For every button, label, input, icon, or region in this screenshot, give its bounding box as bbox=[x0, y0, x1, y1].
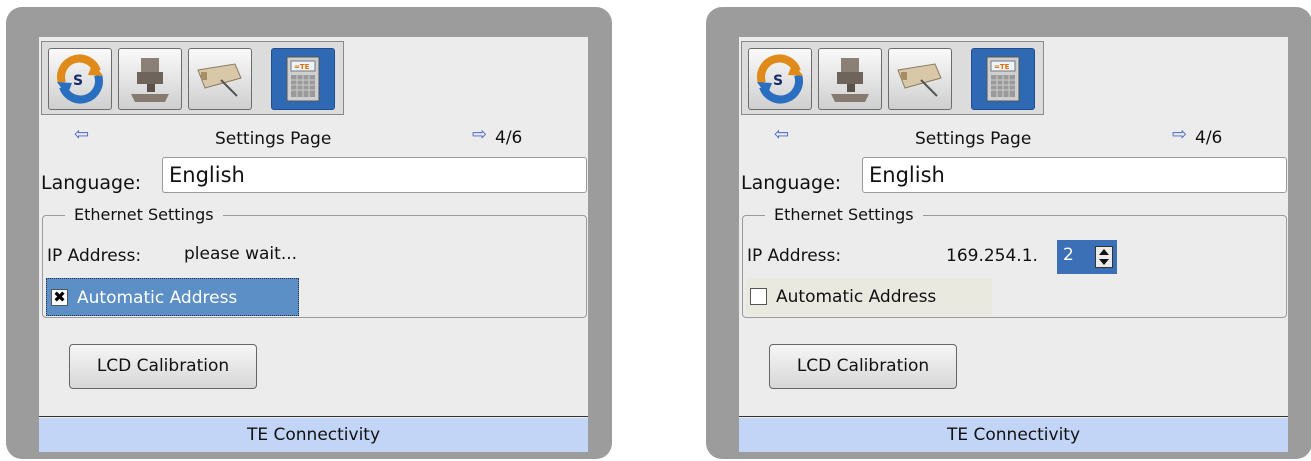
page-number: 4/6 bbox=[495, 128, 523, 148]
machine-icon bbox=[831, 58, 869, 102]
svg-text:S: S bbox=[773, 73, 783, 89]
applicator-icon bbox=[197, 63, 242, 97]
ip-address-label: IP Address: bbox=[747, 246, 842, 266]
arrow-right-icon[interactable]: ⇨ bbox=[1172, 125, 1187, 145]
ip-address-label: IP Address: bbox=[47, 246, 142, 266]
page-number: 4/6 bbox=[1195, 128, 1223, 148]
page-title: Settings Page bbox=[215, 129, 332, 149]
page-title: Settings Page bbox=[915, 129, 1032, 149]
te-device-button[interactable]: =TE bbox=[971, 48, 1035, 110]
footer-bar: TE Connectivity bbox=[739, 418, 1288, 452]
te-device-button[interactable]: =TE bbox=[271, 48, 335, 110]
automatic-address-label: Automatic Address bbox=[77, 288, 238, 308]
refresh-icon: S bbox=[757, 54, 803, 104]
machine-button[interactable] bbox=[118, 48, 182, 110]
arrow-left-icon[interactable]: ⇦ bbox=[74, 125, 89, 145]
ip-address-status: please wait... bbox=[184, 244, 298, 264]
toolbar: S =TE bbox=[41, 41, 344, 115]
applicator-button[interactable] bbox=[188, 48, 252, 110]
page-nav: ⇦ Settings Page ⇨ 4/6 bbox=[39, 125, 588, 151]
machine-icon bbox=[131, 58, 169, 102]
ethernet-settings-legend: Ethernet Settings bbox=[65, 205, 223, 224]
device-panel-right: S =TE ⇦ Settings Page ⇨ 4/6 Language: En… bbox=[706, 7, 1311, 459]
footer-divider bbox=[39, 416, 588, 417]
refresh-button[interactable]: S bbox=[748, 48, 812, 110]
applicator-icon bbox=[897, 63, 942, 97]
automatic-address-checkbox[interactable]: ✖ Automatic Address bbox=[46, 278, 299, 316]
language-label: Language: bbox=[41, 172, 142, 194]
svg-text:=TE: =TE bbox=[294, 63, 310, 71]
ethernet-settings-group: Ethernet Settings IP Address: 169.254.1.… bbox=[742, 205, 1287, 318]
refresh-button[interactable]: S bbox=[48, 48, 112, 110]
te-device-icon: =TE bbox=[286, 56, 320, 102]
language-field[interactable]: English bbox=[862, 157, 1287, 193]
ethernet-settings-group: Ethernet Settings IP Address: please wai… bbox=[42, 205, 587, 318]
arrow-right-icon[interactable]: ⇨ bbox=[472, 125, 487, 145]
toolbar: S =TE bbox=[741, 41, 1044, 115]
te-device-icon: =TE bbox=[986, 56, 1020, 102]
spin-arrows-icon[interactable] bbox=[1095, 246, 1113, 268]
lcd-calibration-button[interactable]: LCD Calibration bbox=[69, 344, 257, 389]
checkbox-unchecked-icon[interactable] bbox=[750, 288, 767, 305]
settings-screen: S =TE ⇦ Settings Page ⇨ 4/6 Language: En… bbox=[39, 37, 588, 452]
ip-last-octet-spinbox[interactable]: 2 bbox=[1057, 240, 1117, 274]
svg-text:=TE: =TE bbox=[994, 63, 1010, 71]
language-label: Language: bbox=[741, 172, 842, 194]
language-field[interactable]: English bbox=[162, 157, 587, 193]
footer-bar: TE Connectivity bbox=[39, 418, 588, 452]
applicator-button[interactable] bbox=[888, 48, 952, 110]
page-nav: ⇦ Settings Page ⇨ 4/6 bbox=[739, 125, 1288, 151]
machine-button[interactable] bbox=[818, 48, 882, 110]
ip-address-prefix: 169.254.1. bbox=[946, 246, 1038, 266]
svg-text:S: S bbox=[73, 73, 83, 89]
automatic-address-checkbox[interactable]: Automatic Address bbox=[746, 278, 992, 316]
footer-divider bbox=[739, 416, 1288, 417]
automatic-address-label: Automatic Address bbox=[776, 287, 937, 307]
ip-last-octet-value[interactable]: 2 bbox=[1063, 245, 1074, 265]
arrow-left-icon[interactable]: ⇦ bbox=[774, 125, 789, 145]
lcd-calibration-button[interactable]: LCD Calibration bbox=[769, 344, 957, 389]
settings-screen: S =TE ⇦ Settings Page ⇨ 4/6 Language: En… bbox=[739, 37, 1288, 452]
ethernet-settings-legend: Ethernet Settings bbox=[765, 205, 923, 224]
checkbox-checked-icon[interactable]: ✖ bbox=[51, 289, 68, 306]
refresh-icon: S bbox=[57, 54, 103, 104]
device-panel-left: S =TE ⇦ Settings Page ⇨ 4/6 Language: En… bbox=[6, 7, 612, 459]
